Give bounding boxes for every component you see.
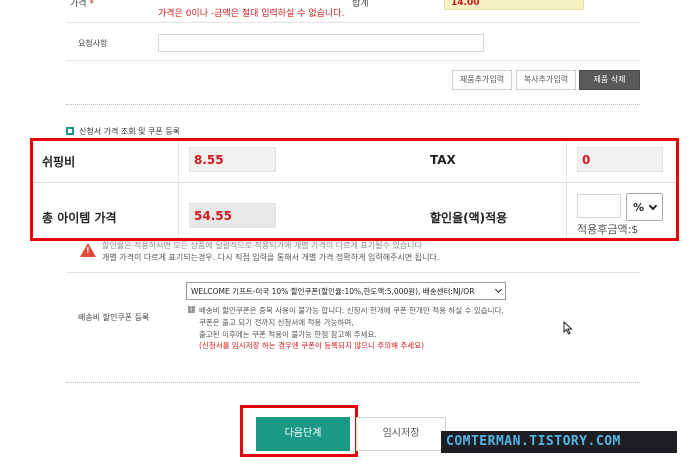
price-warning: 가격은 0이나 -금액은 절대 입력하실 수 없습니다. — [158, 9, 345, 19]
total-item-price-field: 54.55 — [189, 203, 276, 228]
warning-icon-mark: ! — [86, 246, 90, 255]
watermark: COMTERMAN.TISTORY.COM — [441, 431, 677, 453]
section-checkbox-icon — [66, 127, 74, 135]
discount-unit-select[interactable]: % — [626, 193, 663, 221]
coupon-info-2: 쿠폰은 출고 되기 전까지 신청서에 적용 가능하며, — [199, 318, 354, 327]
delete-product-button[interactable]: 제품 삭제 — [579, 70, 640, 90]
section-title: 신청서 가격 조회 및 쿠폰 등록 — [79, 127, 181, 136]
price-panel-divider — [33, 182, 676, 183]
discount-label: 할인율(액)적용 — [430, 211, 508, 225]
next-step-button[interactable]: 다음단계 — [256, 417, 350, 451]
coupon-label: 배송비 할인쿠폰 등록 — [78, 313, 150, 322]
total-item-price-label: 총 아이템 가격 — [42, 211, 117, 225]
add-product-button[interactable]: 제품추가입력 — [452, 70, 512, 90]
coupon-info-1: 배송비 할인쿠폰은 중복 사용이 불가능 합니다. 신청서 한개에 쿠폰 한개만… — [199, 306, 504, 315]
request-label: 요청사항 — [78, 39, 108, 48]
request-input[interactable] — [158, 34, 484, 52]
subtotal-field: 14.00 — [444, 0, 584, 10]
price-panel-col-bg-1 — [178, 141, 179, 238]
chevron-down-icon — [494, 285, 503, 294]
tax-field: 0 — [577, 147, 663, 172]
coupon-select[interactable]: WELCOME 기프트-미국 10% 할인쿠폰(할인율:10%,한도액:5,00… — [186, 282, 506, 300]
coupon-info-3: 출고된 이후에는 쿠폰 적용이 불가능 한점 참고해 주세요. — [199, 330, 377, 339]
notice-line-2: 개별 가격이 다르게 표기되는경우. 다시 직접 입력을 통해서 개별 가격 정… — [102, 253, 440, 262]
price-label: 가격 * — [70, 0, 94, 9]
temp-save-button[interactable]: 임시저장 — [356, 417, 446, 451]
tax-label: TAX — [430, 153, 456, 167]
notice-line-1: 할인율은 적용하시면 모든 상품에 일괄적으로 적용되기에 개별 가격이 다르게… — [102, 241, 422, 250]
shipping-field: 8.55 — [189, 147, 276, 172]
chevron-down-icon — [648, 201, 658, 211]
coupon-warning: (신청서를 임시저장 하는 경우엔 쿠폰이 등록되지 않으니 주의해 주세요) — [199, 341, 425, 350]
after-discount-label: 적용후금액:$ — [577, 223, 639, 236]
subtotal-label: 합계 — [352, 0, 369, 9]
mouse-cursor-icon — [563, 320, 573, 339]
info-icon: i — [188, 306, 195, 313]
shipping-label: 쉬핑비 — [42, 155, 76, 169]
price-panel-col-bg-2 — [566, 141, 567, 238]
copy-add-button[interactable]: 복사추가입력 — [516, 70, 576, 90]
discount-input[interactable] — [577, 194, 621, 218]
